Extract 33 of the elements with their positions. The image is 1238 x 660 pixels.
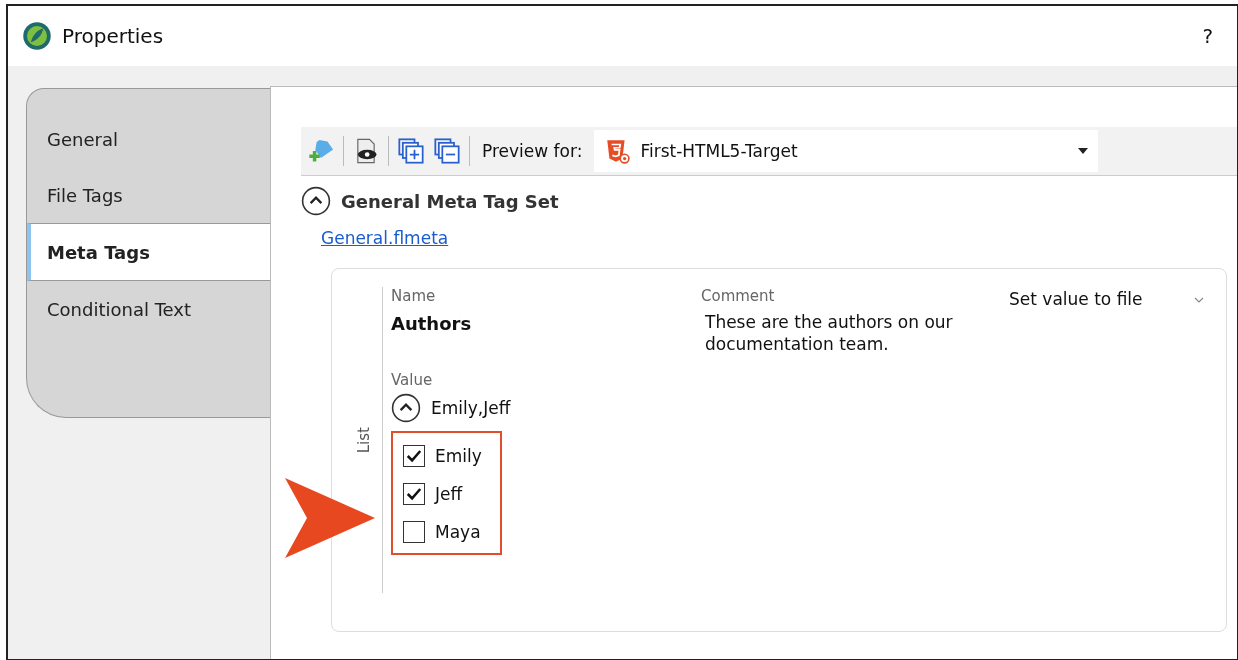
- help-button[interactable]: ?: [1192, 20, 1223, 52]
- checkbox[interactable]: [403, 445, 425, 468]
- checkbox-label: Jeff: [435, 484, 463, 505]
- html5-target-icon: [604, 138, 631, 164]
- tab[interactable]: File Tags: [27, 167, 270, 223]
- preview-for-label: Preview for:: [482, 141, 583, 161]
- dropdown-caret-icon: [1078, 148, 1089, 154]
- app-logo-icon: [22, 21, 52, 51]
- add-tag-icon[interactable]: [307, 137, 335, 165]
- expand-all-icon[interactable]: [397, 137, 425, 165]
- collapse-toggle-icon[interactable]: [391, 393, 421, 424]
- checkbox[interactable]: [403, 521, 425, 544]
- tab[interactable]: Conditional Text: [27, 281, 270, 337]
- name-label: Name: [391, 287, 437, 305]
- value-label: Value: [391, 371, 434, 390]
- section-title: General Meta Tag Set: [341, 190, 559, 212]
- target-dropdown[interactable]: First-HTML5-Target: [594, 130, 1099, 172]
- group-label: List: [355, 426, 373, 454]
- checkbox-label: Maya: [435, 522, 481, 543]
- tag-name: Authors: [391, 313, 473, 334]
- tab[interactable]: General: [27, 111, 270, 167]
- file-link[interactable]: General.flmeta: [321, 228, 449, 248]
- collapse-toggle-icon[interactable]: [301, 186, 331, 216]
- window-title: Properties: [62, 24, 165, 48]
- comment-text: These are the authors on our documentation team.: [704, 311, 954, 356]
- value-text: Emily,Jeff: [431, 398, 511, 419]
- checkbox[interactable]: [403, 483, 425, 506]
- comment-label: Comment: [701, 287, 776, 305]
- tab[interactable]: Meta Tags: [27, 223, 270, 281]
- chevron-down-icon[interactable]: [1194, 297, 1204, 303]
- checkbox-label: Emily: [435, 446, 482, 467]
- collapse-all-icon[interactable]: [433, 137, 461, 165]
- action-dropdown[interactable]: Set value to file: [1009, 289, 1143, 309]
